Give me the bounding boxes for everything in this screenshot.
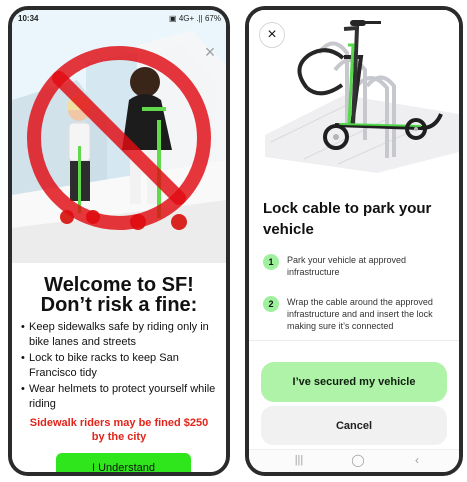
fine-warning: Sidewalk riders may be fined $250 by the… <box>29 417 209 443</box>
prohibited-sidewalk-illustration <box>12 10 226 263</box>
tip-item: Keep sidewalks safe by riding only in bi… <box>21 320 218 350</box>
recent-apps-icon[interactable]: ||| <box>287 454 311 466</box>
welcome-title-line-1: Welcome to SF! <box>44 274 194 296</box>
status-bar: 10:34 ▣ 4G+ .|| 67% <box>12 10 226 28</box>
i-understand-button[interactable]: I Understand <box>56 453 191 472</box>
screenshot-stage: 10:34 ▣ 4G+ .|| 67% × Welcome to SF! Don… <box>0 0 467 482</box>
home-icon[interactable]: ◯ <box>346 454 370 466</box>
status-time: 10:34 <box>18 14 39 23</box>
ive-secured-my-vehicle-button[interactable]: I’ve secured my vehicle <box>261 362 447 402</box>
back-icon[interactable]: ‹ <box>405 454 429 466</box>
step-number-badge: 2 <box>263 296 279 312</box>
step-text: Wrap the cable around the approved infra… <box>287 297 433 331</box>
status-icons: ▣ 4G+ .|| 67% <box>169 14 221 23</box>
welcome-title: Welcome to SF! Don’t risk a fine: <box>22 275 216 315</box>
welcome-title-line-2: Don’t risk a fine: <box>40 294 198 316</box>
left-phone-screen: 10:34 ▣ 4G+ .|| 67% × Welcome to SF! Don… <box>8 6 230 476</box>
step-text: Park your vehicle at approved infrastruc… <box>287 255 407 277</box>
parking-instructions: 1 Park your vehicle at approved infrastr… <box>263 254 451 338</box>
cancel-button[interactable]: Cancel <box>261 406 447 445</box>
right-phone-screen: × Lock cable to park your vehicle 1 Park… <box>245 6 463 476</box>
lock-cable-title: Lock cable to park your vehicle <box>263 200 432 238</box>
close-button[interactable]: × <box>200 42 220 62</box>
instruction-step: 1 Park your vehicle at approved infrastr… <box>263 254 451 296</box>
close-button[interactable]: × <box>259 22 285 48</box>
close-icon: × <box>204 42 216 62</box>
welcome-message-panel: Welcome to SF! Don’t risk a fine: Keep s… <box>12 263 226 472</box>
tip-item: Wear helmets to protect yourself while r… <box>21 382 218 412</box>
sf-illustration-svg <box>12 10 226 263</box>
instruction-step: 2 Wrap the cable around the approved inf… <box>263 296 451 338</box>
android-navigation-bar: ||| ◯ ‹ <box>249 449 459 472</box>
close-icon: × <box>267 26 277 43</box>
safety-tips-list: Keep sidewalks safe by riding only in bi… <box>21 320 218 413</box>
step-number-badge: 1 <box>263 254 279 270</box>
content-separator <box>249 340 459 341</box>
tip-item: Lock to bike racks to keep San Francisco… <box>21 351 218 381</box>
